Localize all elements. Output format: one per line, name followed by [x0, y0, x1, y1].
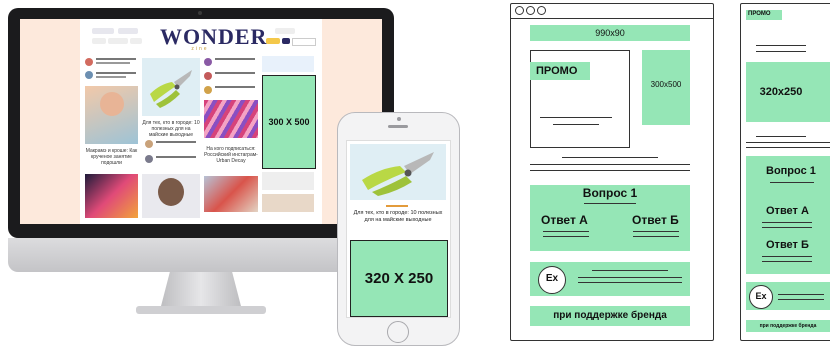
list-item[interactable]: [215, 72, 255, 74]
subscribe-block[interactable]: [262, 56, 314, 72]
text-line: [553, 124, 599, 125]
nav-item[interactable]: [92, 38, 106, 44]
article-title[interactable]: Для тех, кто в городе: 10 полезных для н…: [142, 120, 200, 138]
header-button[interactable]: [282, 38, 290, 44]
answer-b[interactable]: Ответ Б: [766, 239, 809, 251]
avatar: [204, 86, 212, 94]
article-title[interactable]: Для тех, кто в городе: 10 полезных для н…: [352, 210, 444, 224]
promo-label: ПРОМО: [748, 11, 771, 17]
text-line: [746, 142, 830, 143]
text-line: [770, 182, 814, 183]
list-item[interactable]: [156, 141, 196, 143]
article-title[interactable]: Макрамэ и кроше: Как крученое занятие по…: [85, 148, 138, 166]
text-line: [562, 157, 658, 158]
pruner-image: [362, 152, 434, 196]
speaker-icon: [388, 125, 408, 128]
text-line: [756, 136, 806, 137]
list-item[interactable]: [96, 58, 136, 60]
window-bar-divider: [510, 18, 714, 19]
site-logo-subtitle: zine: [191, 46, 209, 52]
quiz-question: Вопрос 1: [766, 165, 816, 177]
text-line: [762, 256, 812, 257]
text-line: [762, 227, 812, 228]
answer-a[interactable]: Ответ А: [541, 213, 588, 227]
pruner-image: [150, 70, 192, 108]
text-line: [592, 270, 668, 271]
nav-item[interactable]: [118, 28, 138, 34]
nav-item[interactable]: [275, 28, 295, 34]
portrait-image: [158, 178, 184, 206]
promo-label: ПРОМО: [536, 65, 578, 77]
imac-stand: [160, 272, 242, 310]
text-line: [778, 299, 824, 300]
brand-note: при поддержке бренда: [553, 310, 667, 321]
camera-icon: [198, 11, 202, 15]
window-dot-icon: [537, 6, 546, 15]
nav-item[interactable]: [130, 38, 142, 44]
quiz-question: Вопрос 1: [582, 186, 638, 200]
text-line: [543, 231, 589, 232]
search-input[interactable]: [292, 38, 316, 46]
text-line: [756, 45, 806, 46]
text-line: [778, 294, 824, 295]
camera-icon: [397, 117, 401, 121]
text-line: [633, 231, 679, 232]
text-line: [578, 282, 682, 283]
list-item[interactable]: [96, 76, 126, 78]
avatar: [145, 155, 153, 163]
article-image[interactable]: [262, 194, 314, 212]
list-item[interactable]: [96, 72, 136, 74]
header-button[interactable]: [266, 38, 280, 44]
window-dot-icon: [515, 6, 524, 15]
expert-badge: Ex: [545, 273, 559, 284]
imac-foot: [136, 306, 266, 314]
avatar: [204, 58, 212, 66]
avatar: [204, 72, 212, 80]
expert-badge: Ex: [755, 291, 767, 301]
avatar: [145, 140, 153, 148]
ad-slot-320x250: 320 X 250: [350, 240, 448, 317]
article-image[interactable]: [262, 172, 314, 190]
article-image[interactable]: [204, 176, 258, 212]
avatar: [85, 71, 93, 79]
text-line: [530, 170, 690, 171]
text-line: [762, 261, 812, 262]
article-image[interactable]: [204, 100, 258, 138]
text-line: [584, 203, 636, 204]
answer-a[interactable]: Ответ А: [766, 205, 809, 217]
portrait-image: [100, 92, 124, 116]
nav-item[interactable]: [108, 38, 128, 44]
home-button[interactable]: [387, 321, 409, 343]
brand-note: при поддержке бренда: [759, 323, 817, 329]
article-title[interactable]: На кого подписаться: Российский инстагра…: [204, 146, 258, 164]
text-line: [578, 277, 682, 278]
list-item[interactable]: [156, 156, 196, 158]
answer-b[interactable]: Ответ Б: [632, 213, 679, 227]
text-line: [746, 147, 830, 148]
ad-label: 300x500: [650, 80, 682, 89]
avatar: [85, 58, 93, 66]
ad-label: 320x250: [759, 86, 803, 98]
text-line: [762, 222, 812, 223]
text-line: [530, 164, 690, 165]
text-line: [633, 236, 679, 237]
banner-label: 990x90: [595, 28, 625, 38]
category-tag: [386, 205, 408, 207]
article-image[interactable]: [85, 174, 138, 218]
text-line: [543, 236, 589, 237]
text-line: [756, 51, 806, 52]
ad-slot-300x500: 300 X 500: [262, 75, 316, 169]
list-item[interactable]: [96, 62, 130, 64]
window-dot-icon: [526, 6, 535, 15]
text-line: [540, 117, 612, 118]
nav-item[interactable]: [92, 28, 114, 34]
list-item[interactable]: [215, 86, 255, 88]
list-item[interactable]: [215, 58, 255, 60]
